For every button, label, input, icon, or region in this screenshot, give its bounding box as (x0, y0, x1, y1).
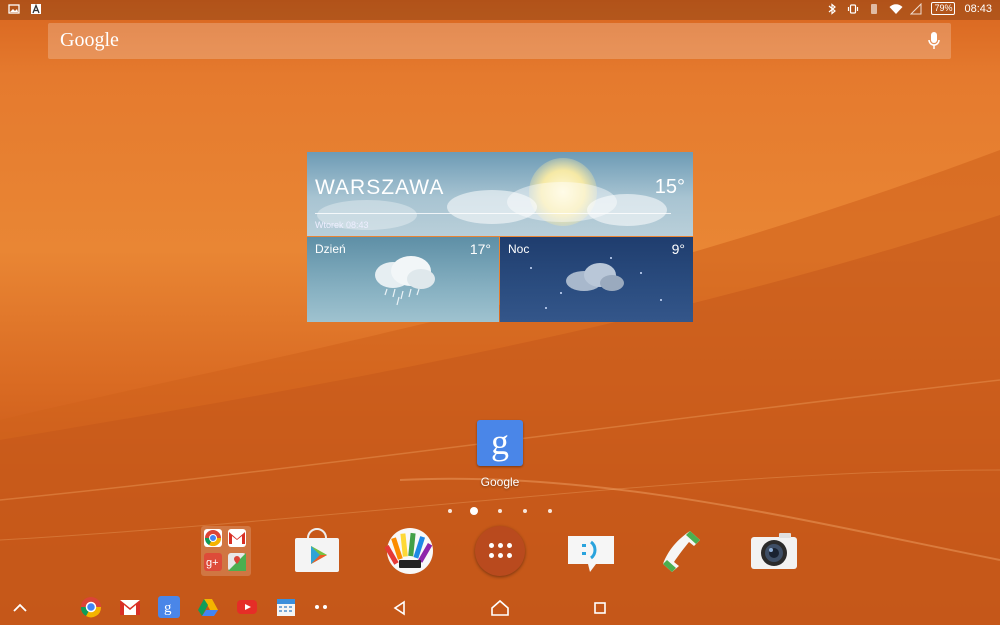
home-icon[interactable] (490, 598, 510, 618)
google-app-icon: g (477, 420, 523, 466)
weather-date: Wtorek 08:43 (315, 220, 369, 230)
chrome-icon[interactable] (80, 596, 102, 618)
more-icon[interactable] (310, 596, 332, 618)
weather-night-label: Noc (508, 242, 530, 256)
weather-city: WARSZAWA (315, 176, 445, 199)
play-store-app[interactable] (292, 526, 342, 576)
google-search-bar[interactable]: Google (48, 23, 951, 59)
page-dot[interactable] (548, 509, 552, 513)
back-icon[interactable] (390, 598, 410, 618)
all-apps-button[interactable] (475, 526, 525, 576)
night-cloud-icon (566, 263, 624, 291)
page-dot-active[interactable] (470, 507, 478, 515)
gallery-icon (8, 3, 20, 15)
messaging-icon (568, 536, 614, 572)
gmail-icon[interactable] (119, 596, 141, 618)
font-icon (30, 3, 42, 15)
wifi-icon (889, 3, 903, 15)
messaging-app[interactable] (566, 526, 616, 576)
google-app-label: Google (480, 475, 520, 489)
weather-day-panel: Dzień 17° (307, 237, 499, 322)
maps-mini-icon (228, 553, 246, 571)
page-dot[interactable] (523, 509, 527, 513)
signal-icon (910, 2, 922, 15)
weather-night-temp: 9° (671, 241, 685, 257)
battery-indicator: 79% (931, 2, 956, 15)
svg-text:g+: g+ (206, 557, 219, 569)
sketch-icon (384, 528, 433, 574)
google-plus-mini-icon: g+ (204, 553, 222, 571)
divider (315, 213, 671, 214)
weather-day-label: Dzień (315, 242, 346, 256)
gmail-mini-icon (228, 529, 246, 547)
phone-app[interactable] (656, 526, 706, 576)
chevron-up-icon[interactable] (10, 598, 30, 618)
nfc-icon (868, 3, 880, 15)
google-app-shortcut[interactable]: g Google (472, 420, 528, 489)
youtube-icon[interactable] (236, 596, 258, 618)
page-indicator (444, 506, 556, 516)
camera-app[interactable] (749, 526, 799, 576)
play-store-icon (295, 528, 339, 572)
sketch-app[interactable] (384, 526, 435, 576)
vibrate-icon (847, 3, 859, 15)
mic-icon[interactable] (927, 31, 941, 51)
chrome-mini-icon (204, 529, 222, 547)
drive-icon[interactable] (197, 596, 219, 618)
google-search-icon[interactable]: g (158, 596, 180, 618)
weather-current-temp: 15° (654, 176, 685, 198)
page-dot[interactable] (498, 509, 502, 513)
navigation-bar (0, 590, 1000, 625)
rain-cloud-icon (375, 256, 435, 306)
status-bar: 79% 08:43 (0, 0, 1000, 20)
status-clock: 08:43 (964, 2, 992, 15)
weather-night-panel: Noc 9° (500, 237, 693, 322)
camera-icon (751, 533, 797, 569)
svg-text:g: g (164, 600, 172, 616)
weather-day-temp: 17° (469, 241, 491, 257)
google-logo-text: Google (60, 29, 119, 51)
weather-current-panel: WARSZAWA 15° Wtorek 08:43 (307, 152, 693, 236)
bluetooth-icon (826, 2, 838, 15)
recents-icon[interactable] (590, 598, 610, 618)
page-dot[interactable] (448, 509, 452, 513)
weather-widget[interactable]: WARSZAWA 15° Wtorek 08:43 Dzień 17° Noc … (307, 152, 693, 322)
google-apps-folder[interactable]: g+ (201, 526, 251, 576)
phone-icon (663, 531, 700, 572)
calendar-icon[interactable] (275, 596, 297, 618)
